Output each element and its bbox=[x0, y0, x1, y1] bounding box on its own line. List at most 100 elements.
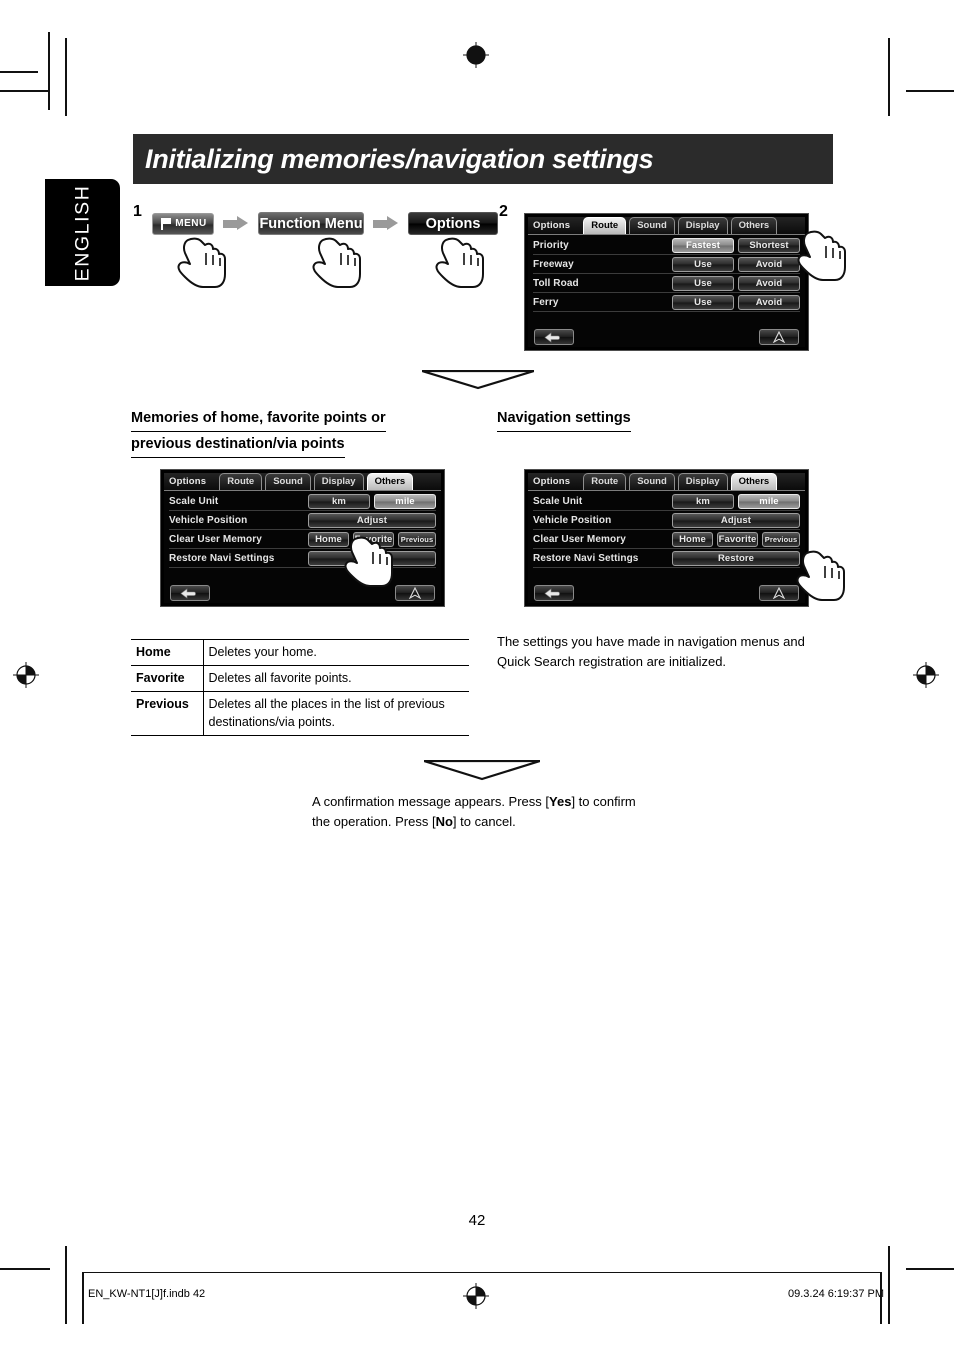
tab-display-left[interactable]: Display bbox=[313, 473, 364, 490]
menu-button-label: MENU bbox=[175, 218, 207, 229]
crop-mark-bottom-right-v bbox=[888, 1246, 890, 1324]
tab-display-right[interactable]: Display bbox=[677, 473, 728, 490]
button-km-left[interactable]: km bbox=[308, 493, 370, 509]
tab-sound[interactable]: Sound bbox=[629, 217, 675, 234]
back-arrow-icon[interactable] bbox=[534, 329, 574, 345]
table-row: Previous Deletes all the places in the l… bbox=[131, 691, 469, 736]
clear-user-memory-table: Home Deletes your home. Favorite Deletes… bbox=[131, 639, 469, 736]
tab-sound-left[interactable]: Sound bbox=[265, 473, 311, 490]
route-screen-title: Options bbox=[533, 220, 571, 231]
button-restore-left[interactable]: Restore bbox=[308, 550, 436, 566]
page-title-bar: Initializing memories/navigation setting… bbox=[133, 134, 833, 184]
row-label-vehicle-position-left: Vehicle Position bbox=[169, 514, 248, 526]
confirmation-line2-a: the operation. Press [ bbox=[312, 814, 436, 829]
pointing-hand-icon-menu bbox=[170, 232, 230, 290]
table-cell-key-favorite: Favorite bbox=[131, 665, 204, 692]
options-button[interactable]: Options bbox=[408, 212, 498, 235]
flag-icon bbox=[161, 217, 172, 230]
button-ferry-use[interactable]: Use bbox=[672, 294, 734, 310]
route-settings-rows: Priority Fastest Shortest Freeway Use Av… bbox=[528, 235, 805, 312]
tab-others[interactable]: Others bbox=[730, 217, 778, 234]
button-ferry-avoid[interactable]: Avoid bbox=[738, 294, 800, 310]
device-screen-others-left: Options Route Sound Display Others Scale… bbox=[160, 469, 445, 607]
navigation-settings-description-line2: Quick Search registration are initialize… bbox=[497, 654, 727, 669]
function-menu-button[interactable]: Function Menu bbox=[258, 212, 364, 235]
button-km-right[interactable]: km bbox=[672, 493, 734, 509]
route-screen-footer bbox=[528, 329, 805, 345]
button-adjust-left[interactable]: Adjust bbox=[308, 512, 436, 528]
row-label-ferry: Ferry bbox=[533, 296, 559, 308]
registration-mark-right-icon bbox=[913, 662, 939, 688]
tab-others-right[interactable]: Others bbox=[730, 473, 778, 490]
step-number-2: 2 bbox=[499, 203, 508, 220]
crop-mark-top-left-v2 bbox=[65, 38, 67, 116]
tab-route-left[interactable]: Route bbox=[219, 473, 263, 490]
back-arrow-icon-right[interactable] bbox=[534, 585, 574, 601]
button-freeway-avoid[interactable]: Avoid bbox=[738, 256, 800, 272]
button-freeway-use[interactable]: Use bbox=[672, 256, 734, 272]
button-fastest[interactable]: Fastest bbox=[672, 237, 734, 253]
button-toll-avoid[interactable]: Avoid bbox=[738, 275, 800, 291]
crop-mark-top-left-h bbox=[0, 71, 38, 73]
button-toll-use[interactable]: Use bbox=[672, 275, 734, 291]
crop-mark-top-right-v bbox=[888, 38, 890, 116]
others-left-footer bbox=[164, 585, 441, 601]
button-restore-right[interactable]: Restore bbox=[672, 550, 800, 566]
navigation-compass-icon-right[interactable] bbox=[759, 585, 799, 601]
row-label-scale-unit-left: Scale Unit bbox=[169, 495, 219, 507]
registration-mark-top-icon bbox=[463, 42, 489, 68]
button-home-right[interactable]: Home bbox=[672, 531, 713, 547]
others-right-rows: Scale Unit km mile Vehicle Position Adju… bbox=[528, 491, 805, 568]
navigation-compass-icon[interactable] bbox=[759, 329, 799, 345]
button-favorite-left[interactable]: Favorite bbox=[353, 531, 394, 547]
section-heading-memories-line2: previous destination/via points bbox=[131, 432, 345, 458]
table-cell-desc-home: Deletes your home. bbox=[208, 645, 317, 659]
table-cell-desc-previous: Deletes all the places in the list of pr… bbox=[208, 697, 445, 729]
table-cell-key-home: Home bbox=[131, 639, 204, 666]
table-cell-key-previous: Previous bbox=[131, 691, 204, 736]
back-arrow-icon-left[interactable] bbox=[170, 585, 210, 601]
tab-others-left[interactable]: Others bbox=[366, 473, 414, 490]
row-clear-user-memory-right: Clear User Memory Home Favorite Previous bbox=[533, 530, 800, 549]
step1-button-flow: MENU Function Menu Options bbox=[152, 212, 498, 235]
footer-filename: EN_KW-NT1[J]f.indb 42 bbox=[88, 1288, 206, 1300]
others-left-tabbar: Options Route Sound Display Others bbox=[164, 473, 441, 491]
confirmation-yes-label: Yes bbox=[549, 794, 572, 809]
row-priority: Priority Fastest Shortest bbox=[533, 236, 800, 255]
tab-route[interactable]: Route bbox=[583, 217, 627, 234]
crop-mark-bottom-right-h bbox=[906, 1268, 954, 1270]
tab-route-right[interactable]: Route bbox=[583, 473, 627, 490]
menu-button[interactable]: MENU bbox=[152, 212, 214, 235]
registration-mark-left-icon bbox=[13, 662, 39, 688]
button-previous-right[interactable]: Previous bbox=[762, 531, 800, 547]
table-row: Favorite Deletes all favorite points. bbox=[131, 665, 469, 692]
row-vehicle-position-left: Vehicle Position Adjust bbox=[169, 511, 436, 530]
crop-mark-top-left-v bbox=[48, 32, 50, 110]
button-shortest[interactable]: Shortest bbox=[738, 237, 800, 253]
button-mile-left[interactable]: mile bbox=[374, 493, 436, 509]
chevron-down-separator-2 bbox=[424, 760, 540, 781]
row-label-restore-navi-left: Restore Navi Settings bbox=[169, 552, 275, 564]
row-restore-navi-right: Restore Navi Settings Restore bbox=[533, 549, 800, 568]
navigation-compass-icon-left[interactable] bbox=[395, 585, 435, 601]
crop-mark-bottom-left-v bbox=[65, 1246, 67, 1324]
button-home-left[interactable]: Home bbox=[308, 531, 349, 547]
footer-divider bbox=[82, 1272, 882, 1273]
crop-mark-bottom-left-h bbox=[0, 1268, 50, 1270]
button-favorite-right[interactable]: Favorite bbox=[717, 531, 758, 547]
function-menu-label: Function Menu bbox=[259, 215, 363, 232]
button-mile-right[interactable]: mile bbox=[738, 493, 800, 509]
others-right-tabbar: Options Route Sound Display Others bbox=[528, 473, 805, 491]
confirmation-line1-b: ] to confirm bbox=[571, 794, 636, 809]
button-previous-left[interactable]: Previous bbox=[398, 531, 436, 547]
button-adjust-right[interactable]: Adjust bbox=[672, 512, 800, 528]
row-label-clear-user-memory-right: Clear User Memory bbox=[533, 533, 626, 545]
crop-mark-top-right-h bbox=[906, 90, 954, 92]
chevron-down-separator-1 bbox=[422, 370, 534, 390]
row-freeway: Freeway Use Avoid bbox=[533, 255, 800, 274]
tab-sound-right[interactable]: Sound bbox=[629, 473, 675, 490]
row-label-scale-unit-right: Scale Unit bbox=[533, 495, 583, 507]
tab-display[interactable]: Display bbox=[677, 217, 728, 234]
section-heading-memories-line1: Memories of home, favorite points or bbox=[131, 406, 386, 432]
footer-timestamp: 09.3.24 6:19:37 PM bbox=[787, 1288, 884, 1300]
